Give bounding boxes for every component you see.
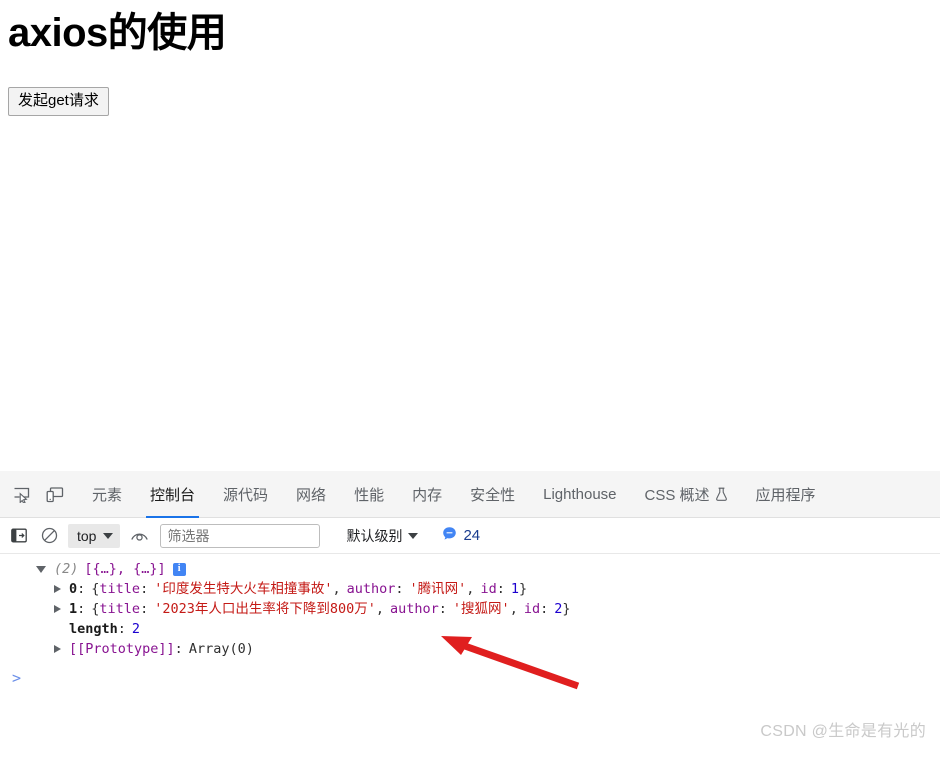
clear-console-icon[interactable] xyxy=(36,523,62,549)
console-filter-input[interactable] xyxy=(160,523,321,548)
object-key-id: id xyxy=(523,601,541,617)
object-key-title: title xyxy=(99,581,141,597)
web-page-viewport: axios的使用 发起get请求 xyxy=(0,0,940,471)
object-value-id: 2 xyxy=(554,601,563,617)
tab-label: 源代码 xyxy=(223,486,269,504)
disclosure-triangle-icon[interactable] xyxy=(36,565,46,573)
tab-elements[interactable]: 元素 xyxy=(78,471,136,518)
page-title: axios的使用 xyxy=(8,11,227,55)
console-object-row[interactable]: 1: {title: '2023年人口出生率将下降到800万', author:… xyxy=(0,599,940,619)
array-preview: [{…}, {…}] xyxy=(84,561,166,577)
csdn-watermark: CSDN @生命是有光的 xyxy=(760,723,926,740)
tab-network[interactable]: 网络 xyxy=(282,471,340,518)
object-key-title: title xyxy=(99,601,141,617)
live-expression-icon[interactable] xyxy=(126,523,152,549)
brace-open: { xyxy=(91,581,100,597)
object-key-author: author xyxy=(346,581,396,597)
prompt-chevron-icon: > xyxy=(12,668,22,687)
object-value-author: '搜狐网' xyxy=(452,601,510,617)
console-array-row[interactable]: (2) [{…}, {…}] i xyxy=(0,559,940,579)
object-value-id: 1 xyxy=(510,581,519,597)
tab-memory[interactable]: 内存 xyxy=(398,471,456,518)
object-value-title: '2023年人口出生率将下降到800万' xyxy=(154,601,376,617)
colon: : xyxy=(77,601,86,617)
tab-label: CSS 概述 xyxy=(644,486,710,504)
object-value-title: '印度发生特大火车相撞事故' xyxy=(154,581,333,597)
device-toolbar-icon[interactable] xyxy=(38,479,72,509)
object-key-author: author xyxy=(390,601,439,617)
tab-css-overview[interactable]: CSS 概述 xyxy=(631,471,742,518)
console-prompt[interactable]: > xyxy=(0,667,940,689)
length-key: length xyxy=(69,621,118,637)
brace-close: } xyxy=(562,601,571,617)
length-value: 2 xyxy=(131,621,141,637)
console-prototype-row[interactable]: [[Prototype]]: Array(0) xyxy=(0,639,940,659)
disclosure-triangle-icon[interactable] xyxy=(54,605,61,613)
tab-label: 性能 xyxy=(354,486,385,504)
devtools-tabstrip: 元素 控制台 源代码 网络 性能 内存 安全性 Lighthouse CSS 概… xyxy=(0,471,940,518)
info-badge-icon[interactable]: i xyxy=(172,562,186,576)
tab-label: 内存 xyxy=(412,486,443,504)
message-count-value: 24 xyxy=(463,527,481,544)
disclosure-triangle-icon[interactable] xyxy=(54,645,61,653)
devtools-panel: 元素 控制台 源代码 网络 性能 内存 安全性 Lighthouse CSS 概… xyxy=(0,471,940,759)
send-get-request-button[interactable]: 发起get请求 xyxy=(8,87,109,116)
console-length-row: length: 2 xyxy=(69,621,141,637)
devtools-tab-list: 元素 控制台 源代码 网络 性能 内存 安全性 Lighthouse CSS 概… xyxy=(78,471,830,518)
inspect-element-icon[interactable] xyxy=(4,479,38,509)
console-toolbar: top 默认级别 24 xyxy=(0,518,940,554)
tab-application[interactable]: 应用程序 xyxy=(742,471,830,518)
tab-sources[interactable]: 源代码 xyxy=(209,471,282,518)
prototype-value: Array(0) xyxy=(188,641,254,657)
object-key-id: id xyxy=(480,581,497,597)
tab-label: Lighthouse xyxy=(543,485,617,503)
brace-close: } xyxy=(518,581,528,597)
chevron-down-icon xyxy=(103,532,114,539)
brace-open: { xyxy=(91,601,100,617)
tab-label: 控制台 xyxy=(150,486,196,504)
tab-console[interactable]: 控制台 xyxy=(136,471,209,518)
tab-performance[interactable]: 性能 xyxy=(340,471,398,518)
tab-label: 网络 xyxy=(296,486,327,504)
console-context-selector[interactable]: top xyxy=(68,523,121,548)
prototype-key: [[Prototype]] xyxy=(69,641,175,657)
log-level-value: 默认级别 xyxy=(346,527,403,544)
chevron-down-icon xyxy=(408,532,419,539)
tab-lighthouse[interactable]: Lighthouse xyxy=(529,471,630,518)
array-count: (2) xyxy=(54,561,79,577)
disclosure-triangle-icon[interactable] xyxy=(54,585,61,593)
flask-icon xyxy=(715,487,728,501)
console-log-level-selector[interactable]: 默认级别 xyxy=(342,524,422,548)
tab-label: 元素 xyxy=(92,486,123,504)
array-index: 0 xyxy=(69,581,78,597)
tab-label: 应用程序 xyxy=(755,486,816,504)
console-message-count[interactable]: 24 xyxy=(442,526,480,546)
info-message-icon xyxy=(442,526,457,546)
tab-security[interactable]: 安全性 xyxy=(456,471,529,518)
show-console-sidebar-icon[interactable] xyxy=(6,523,32,549)
tab-label: 安全性 xyxy=(470,486,516,504)
console-object-row[interactable]: 0: {title: '印度发生特大火车相撞事故', author: '腾讯网'… xyxy=(0,579,940,599)
context-selector-value: top xyxy=(77,527,97,544)
object-value-author: '腾讯网' xyxy=(409,581,467,597)
array-index: 1 xyxy=(69,601,78,617)
colon: : xyxy=(77,581,86,597)
